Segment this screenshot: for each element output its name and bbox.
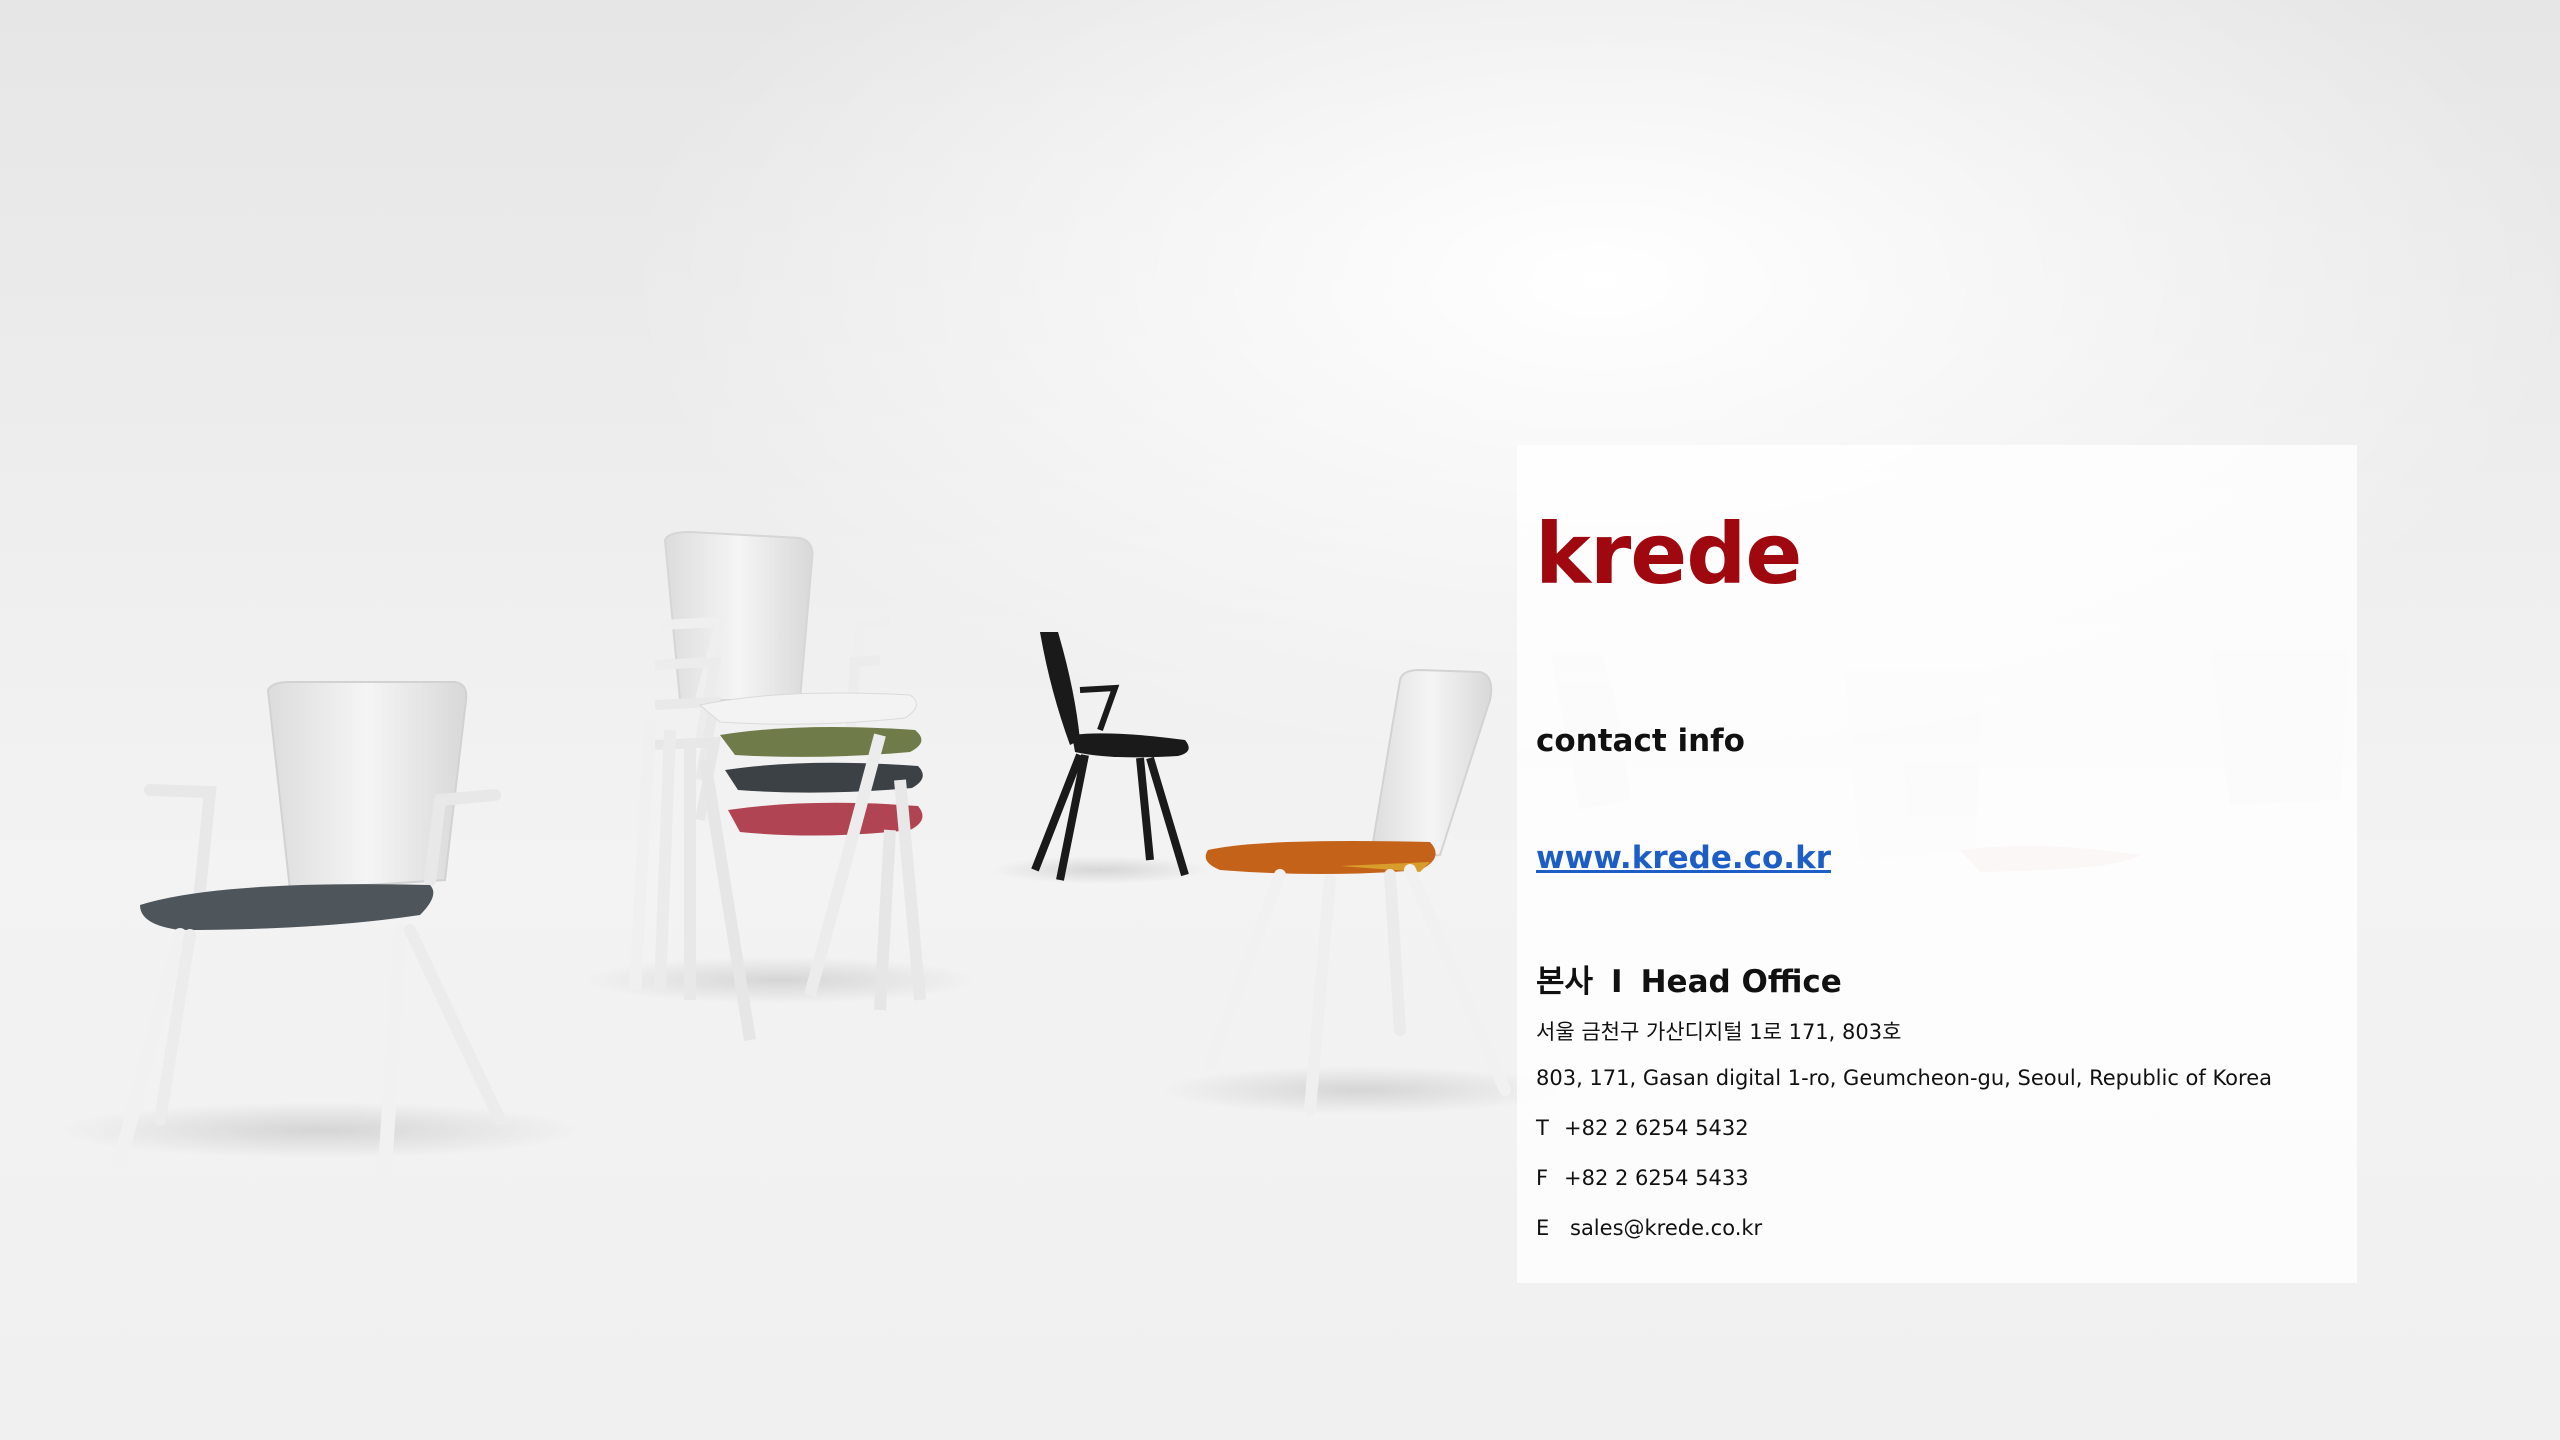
head-office-separator: I [1611, 964, 1623, 1000]
phone-line: T +82 2 6254 5432 [1536, 1116, 1749, 1140]
address-korean: 서울 금천구 가산디지털 1로 171, 803호 [1536, 1020, 1902, 1044]
phone-label: T [1536, 1116, 1549, 1140]
brand-logo: krede [1535, 505, 1802, 603]
slide: krede contact info www.krede.co.kr 본사 I He… [0, 0, 2560, 1440]
contact-info-heading: contact info [1536, 723, 1745, 759]
email-line: Esales@krede.co.kr [1536, 1216, 1762, 1240]
website-link[interactable]: www.krede.co.kr [1536, 840, 1831, 876]
chair-black [1031, 632, 1189, 881]
fax-label: F [1536, 1166, 1549, 1190]
phone-value: +82 2 6254 5432 [1564, 1116, 1749, 1140]
chair-orange-seat [1204, 668, 1511, 1116]
head-office-kr: 본사 [1536, 964, 1594, 1000]
email-label: E [1536, 1216, 1550, 1240]
address-english: 803, 171, Gasan digital 1-ro, Geumcheon-… [1536, 1066, 2272, 1090]
email-value[interactable]: sales@krede.co.kr [1570, 1216, 1762, 1240]
fax-value: +82 2 6254 5433 [1564, 1166, 1749, 1190]
head-office-heading: 본사 I Head Office [1536, 956, 1842, 1001]
fax-line: F +82 2 6254 5433 [1536, 1166, 1749, 1190]
chair-armchair-gray-seat [113, 681, 506, 1177]
head-office-en: Head Office [1640, 964, 1842, 1000]
